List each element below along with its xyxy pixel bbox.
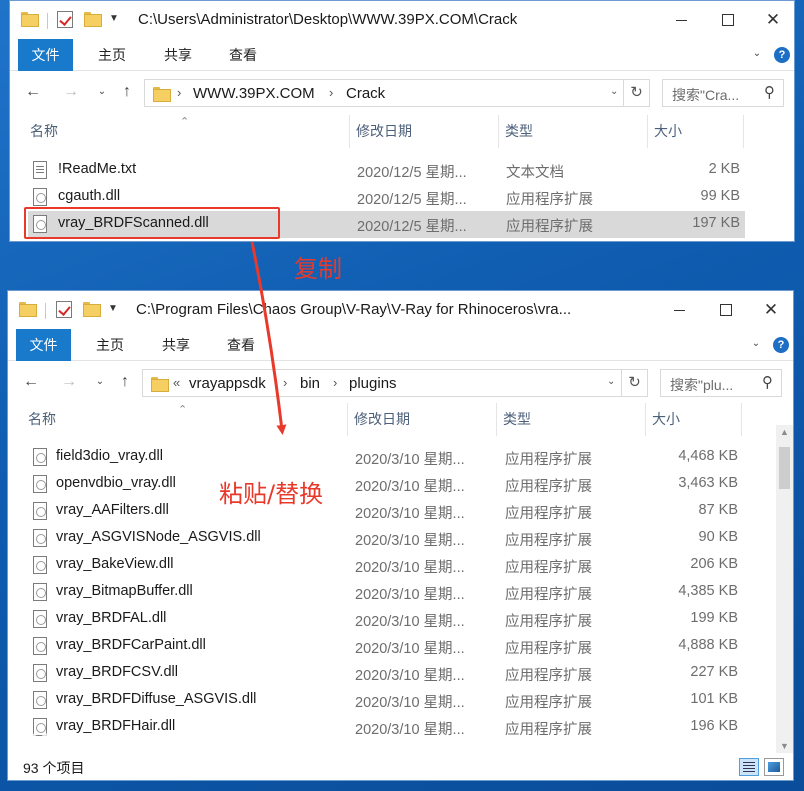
watermark: 39PX.COM	[22, 728, 182, 761]
paste-annotation: 粘贴/替换	[219, 480, 324, 508]
arrow-icon	[250, 241, 287, 435]
arrow-overlay	[250, 241, 287, 435]
copy-annotation: 复制	[294, 255, 342, 283]
